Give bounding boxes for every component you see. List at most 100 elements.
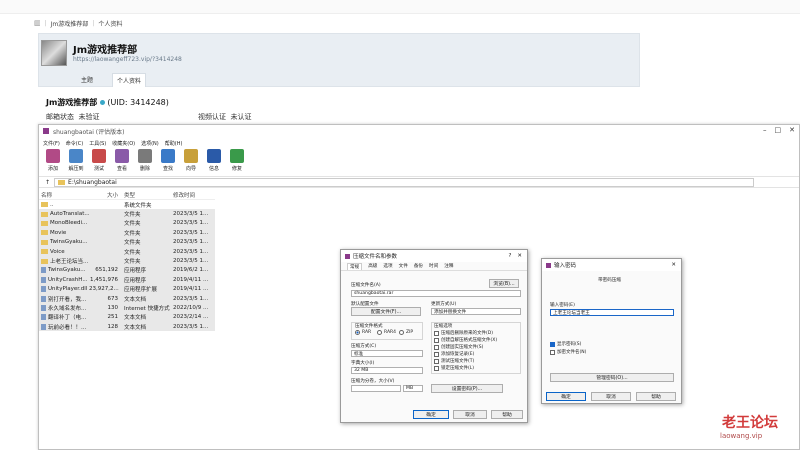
table-row[interactable]: Movie 文件夹 2023/3/5 1... (39, 228, 215, 238)
tab-advanced[interactable]: 高级 (368, 263, 377, 269)
path-input[interactable]: E:\shuangbaotai (54, 178, 755, 187)
add-icon (46, 149, 60, 163)
option-lock[interactable]: 锁定压缩文件(L) (434, 365, 474, 371)
toolbar-wizard-button[interactable]: 向导 (181, 149, 201, 176)
cancel-button[interactable]: 取消 (453, 410, 487, 419)
file-size: 128 (107, 323, 119, 330)
toolbar-label: 查看 (116, 166, 127, 172)
toolbar-test-button[interactable]: 测试 (89, 149, 109, 176)
minimize-icon[interactable]: – (763, 126, 767, 134)
table-row[interactable]: UnityCrashH... 1,451,976 应用程序 2019/4/11 ... (39, 275, 215, 285)
file-icon (41, 323, 46, 330)
tab-files[interactable]: 文件 (399, 263, 408, 269)
password-field[interactable]: 上老王论坛当老王 (550, 309, 674, 316)
site-topbar (0, 0, 800, 14)
toolbar-add-button[interactable]: 添加 (43, 149, 63, 176)
folder-icon (41, 258, 48, 264)
browse-button[interactable]: 浏览(B)... (489, 279, 519, 288)
close-icon[interactable]: ✕ (671, 262, 676, 268)
tab-profile[interactable]: 个人资料 (112, 73, 147, 87)
breadcrumb-item[interactable]: 个人资料 (98, 19, 122, 28)
up-arrow-icon[interactable]: ↑ (45, 179, 50, 186)
toolbar-delete-button[interactable]: 删除 (135, 149, 155, 176)
column-type[interactable]: 类型 (121, 191, 171, 199)
tab-threads[interactable]: 主题 (77, 73, 97, 86)
column-size[interactable]: 大小 (89, 191, 121, 199)
file-date: 2023/3/5 1... (173, 248, 209, 255)
password-label: 输入密码(E) (550, 303, 575, 308)
close-icon[interactable]: ✕ (789, 126, 795, 134)
app-icon (43, 128, 49, 134)
folder-icon (41, 230, 48, 236)
ok-button[interactable]: 确定 (413, 410, 449, 419)
menu-tools[interactable]: 工具(S) (89, 140, 106, 147)
profiles-button[interactable]: 配置文件(F)... (351, 307, 421, 316)
archive-name-field[interactable]: shuangbaotai.rar (351, 290, 521, 297)
table-row[interactable]: 永久域名发布... 130 Internet 快捷方式 2022/10/9 ... (39, 303, 215, 313)
tab-time[interactable]: 时间 (429, 263, 438, 269)
table-row[interactable]: 别打开看，我... 673 文本文档 2023/3/5 1... (39, 293, 215, 304)
table-row[interactable]: MonoBleedi... 文件夹 2023/3/5 1... (39, 218, 215, 229)
menu-help[interactable]: 帮助(H) (165, 140, 183, 147)
toolbar-find-button[interactable]: 查找 (158, 149, 178, 176)
help-button[interactable]: 帮助 (491, 410, 523, 419)
close-icon[interactable]: ✕ (517, 253, 522, 259)
table-row[interactable]: 上老王论坛当... 文件夹 2023/3/5 1... (39, 256, 215, 266)
option-solid[interactable]: 创建固实压缩文件(S) (434, 344, 483, 350)
show-password-checkbox[interactable]: 显示密码(S) (550, 341, 581, 347)
table-row[interactable]: UnityPlayer.dll 23,927,2... 应用程序扩展 2019/4/1… (39, 284, 215, 294)
update-mode-select[interactable]: 添加并替换文件 (431, 308, 521, 315)
file-type: 文本文档 (124, 324, 147, 331)
table-row[interactable]: TwinsGyaku... 651,192 应用程序 2019/6/2 1... (39, 265, 215, 276)
help-button[interactable]: 帮助 (636, 392, 676, 401)
encrypt-names-checkbox[interactable]: 加密文件名(N) (550, 349, 586, 355)
tab-backup[interactable]: 备份 (414, 263, 423, 269)
table-row[interactable]: 玩前必看！！... 128 文本文档 2023/3/5 1... (39, 322, 215, 332)
tab-options[interactable]: 选项 (383, 263, 392, 269)
method-select[interactable]: 标准 (351, 350, 423, 357)
toolbar-repair-button[interactable]: 修复 (227, 149, 247, 176)
maximize-icon[interactable]: □ (775, 126, 782, 134)
column-date[interactable]: 修改时间 (171, 191, 215, 199)
toolbar-view-button[interactable]: 查看 (112, 149, 132, 176)
archive-params-dialog: 压缩文件名和参数 ? ✕ 常规 高级 选项 文件 备份 时间 注释 压缩文件名(A… (340, 249, 528, 423)
manage-passwords-button[interactable]: 管理密码(O)... (550, 373, 674, 382)
table-row[interactable]: Voice 文件夹 2023/3/5 1... (39, 246, 215, 257)
cancel-button[interactable]: 取消 (591, 392, 631, 401)
app-icon (345, 253, 350, 259)
set-password-button[interactable]: 设置密码(P)... (431, 384, 503, 393)
format-rar-radio[interactable]: RAR (355, 330, 371, 335)
option-sfx[interactable]: 创建自解压格式压缩文件(X) (434, 337, 497, 343)
breadcrumb-item[interactable]: Jm游戏推荐部 (51, 19, 89, 28)
method-label: 压缩方式(C) (351, 344, 377, 349)
tab-comment[interactable]: 注释 (444, 263, 453, 269)
table-row[interactable]: AutoTranslat... 文件夹 2023/3/5 1... (39, 209, 215, 219)
ok-button[interactable]: 确定 (546, 392, 586, 401)
format-zip-radio[interactable]: ZIP (399, 330, 413, 335)
folder-icon (41, 202, 48, 208)
split-size-field[interactable] (351, 385, 401, 392)
folder-icon (41, 220, 48, 226)
toolbar-info-button[interactable]: 信息 (204, 149, 224, 176)
dialog-subtitle: 带密码压缩 (598, 278, 621, 283)
split-unit-select[interactable]: MB (403, 385, 423, 392)
password-dialog: 输入密码 ✕ 带密码压缩 输入密码(E) 上老王论坛当老王 显示密码(S) 加密… (541, 258, 682, 404)
profile-url[interactable]: https://laowangeff723.vip/?3414248 (73, 56, 182, 63)
toolbar-extract-button[interactable]: 解压到 (66, 149, 86, 176)
option-test[interactable]: 测试压缩文件(T) (434, 358, 474, 364)
column-name[interactable]: 名称 (39, 191, 89, 199)
format-rar4-radio[interactable]: RAR4 (377, 330, 396, 335)
menu-options[interactable]: 选项(N) (141, 140, 159, 147)
tab-general[interactable]: 常规 (347, 262, 363, 270)
help-icon[interactable]: ? (508, 253, 511, 259)
menu-file[interactable]: 文件(F) (43, 140, 60, 147)
menu-favorites[interactable]: 收藏夹(O) (112, 140, 135, 147)
option-delete-after[interactable]: 压缩后删除原来的文件(D) (434, 330, 493, 336)
menu-command[interactable]: 命令(C) (66, 140, 83, 147)
dict-size-select[interactable]: 32 MB (351, 367, 423, 374)
table-row[interactable]: TwinsGyaku... 文件夹 2023/3/5 1... (39, 237, 215, 247)
table-row[interactable]: 翻译补丁（电... 251 文本文档 2023/2/14 ... (39, 312, 215, 323)
file-rows: .. 系统文件夹 AutoTranslat... 文件夹 2023/3/5 1... Mo… (39, 200, 215, 332)
table-row[interactable]: .. 系统文件夹 (39, 200, 215, 209)
option-recovery[interactable]: 添加恢复记录(E) (434, 351, 474, 357)
